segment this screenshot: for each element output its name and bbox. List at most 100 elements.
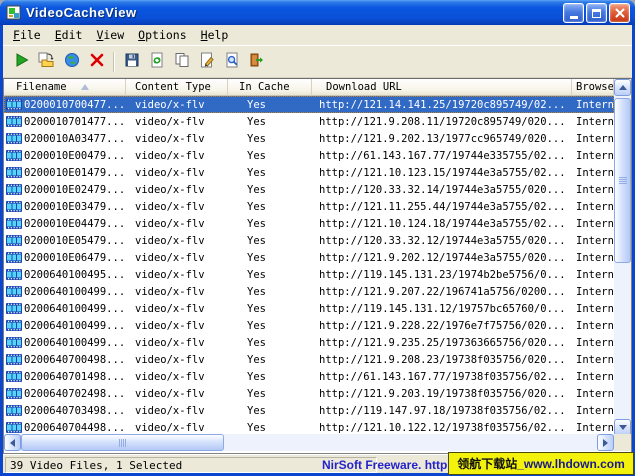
table-row[interactable]: 0200010E00479...video/x-flvYeshttp://61.… — [4, 147, 614, 164]
table-row[interactable]: 0200010E02479...video/x-flvYeshttp://120… — [4, 181, 614, 198]
table-row[interactable]: 0200640701498...video/x-flvYeshttp://61.… — [4, 368, 614, 385]
browser-cell: Intern — [572, 266, 614, 283]
table-row[interactable]: 0200010E01479...video/x-flvYeshttp://121… — [4, 164, 614, 181]
table-row[interactable]: 0200010701477...video/x-flvYeshttp://121… — [4, 113, 614, 130]
minimize-button[interactable] — [563, 3, 584, 23]
browser-cell: Intern — [572, 351, 614, 368]
arrow-right-icon — [603, 439, 608, 447]
horizontal-scroll-thumb[interactable] — [21, 434, 224, 451]
film-icon — [6, 320, 22, 331]
film-icon — [6, 133, 22, 144]
filename-cell: 0200640100499... — [4, 334, 126, 351]
in-cache-cell: Yes — [228, 249, 312, 266]
window-title: VideoCacheView — [26, 5, 137, 20]
minimize-icon — [570, 16, 578, 19]
refresh-button[interactable] — [144, 50, 169, 74]
film-icon — [6, 184, 22, 195]
column-label: Browse — [576, 81, 614, 93]
download-url-cell: http://120.33.32.12/19744e3a5755/020... — [312, 232, 572, 249]
table-row[interactable]: 0200010A03477...video/x-flvYeshttp://121… — [4, 130, 614, 147]
app-icon[interactable] — [6, 5, 22, 21]
table-row[interactable]: 0200640100499...video/x-flvYeshttp://121… — [4, 283, 614, 300]
in-cache-cell: Yes — [228, 283, 312, 300]
in-cache-cell: Yes — [228, 215, 312, 232]
save-button[interactable] — [119, 50, 144, 74]
content-type-cell: video/x-flv — [126, 232, 228, 249]
horizontal-scrollbar[interactable] — [4, 434, 614, 451]
menu-help[interactable]: Help — [194, 26, 236, 44]
title-bar[interactable]: VideoCacheView — [0, 0, 635, 25]
open-in-browser-button[interactable] — [59, 50, 84, 74]
copy-files-button[interactable] — [34, 50, 59, 74]
table-row[interactable]: 0200640702498...video/x-flvYeshttp://121… — [4, 385, 614, 402]
filename-cell: 0200640100499... — [4, 300, 126, 317]
table-row[interactable]: 0200010700477...video/x-flvYeshttp://121… — [4, 96, 614, 113]
in-cache-cell: Yes — [228, 351, 312, 368]
menu-view[interactable]: View — [89, 26, 131, 44]
column-header-download-url[interactable]: Download URL — [312, 79, 572, 96]
table-row[interactable]: 0200640100499...video/x-flvYeshttp://119… — [4, 300, 614, 317]
video-list: FilenameContent TypeIn Cache Download URL… — [3, 78, 632, 454]
column-header-browse[interactable]: Browse — [572, 79, 614, 96]
in-cache-cell: Yes — [228, 317, 312, 334]
close-button[interactable] — [609, 3, 630, 23]
in-cache-cell: Yes — [228, 300, 312, 317]
column-header-filename[interactable]: Filename — [4, 79, 126, 96]
content-type-cell: video/x-flv — [126, 368, 228, 385]
table-row[interactable]: 0200640700498...video/x-flvYeshttp://121… — [4, 351, 614, 368]
window-controls — [563, 3, 630, 23]
content-type-cell: video/x-flv — [126, 402, 228, 419]
vertical-scrollbar[interactable] — [614, 79, 631, 436]
table-row[interactable]: 0200640100499...video/x-flvYeshttp://121… — [4, 317, 614, 334]
table-row[interactable]: 0200010E05479...video/x-flvYeshttp://120… — [4, 232, 614, 249]
copy-button[interactable] — [169, 50, 194, 74]
browser-cell: Intern — [572, 181, 614, 198]
content-type-cell: video/x-flv — [126, 283, 228, 300]
film-icon — [6, 167, 22, 178]
menu-file[interactable]: File — [6, 26, 48, 44]
scroll-up-button[interactable] — [614, 79, 631, 96]
filename-cell: 0200010E02479... — [4, 181, 126, 198]
delete-button[interactable] — [84, 50, 109, 74]
list-header: FilenameContent TypeIn Cache Download URL… — [4, 79, 614, 96]
table-row[interactable]: 0200010E06479...video/x-flvYeshttp://121… — [4, 249, 614, 266]
download-url-cell: http://121.10.123.15/19744e3a5755/02... — [312, 164, 572, 181]
browser-cell: Intern — [572, 215, 614, 232]
table-row[interactable]: 0200640100499...video/x-flvYeshttp://121… — [4, 334, 614, 351]
in-cache-cell: Yes — [228, 402, 312, 419]
find-button[interactable] — [219, 50, 244, 74]
scroll-right-button[interactable] — [597, 434, 614, 451]
column-header-content-type[interactable]: Content Type — [126, 79, 228, 96]
download-url-cell: http://121.14.141.25/19720c895749/02... — [312, 96, 572, 113]
maximize-button[interactable] — [586, 3, 607, 23]
menu-edit[interactable]: Edit — [48, 26, 90, 44]
film-icon — [6, 371, 22, 382]
table-row[interactable]: 0200640703498...video/x-flvYeshttp://119… — [4, 402, 614, 419]
in-cache-cell: Yes — [228, 368, 312, 385]
list-rows: 0200010700477...video/x-flvYeshttp://121… — [4, 96, 614, 436]
content-type-cell: video/x-flv — [126, 164, 228, 181]
filename-cell: 0200640703498... — [4, 402, 126, 419]
properties-button[interactable] — [194, 50, 219, 74]
table-row[interactable]: 0200010E03479...video/x-flvYeshttp://121… — [4, 198, 614, 215]
column-label: Download URL — [326, 81, 402, 93]
scroll-left-button[interactable] — [4, 434, 21, 451]
film-icon — [6, 405, 22, 416]
properties-icon — [199, 52, 215, 71]
table-row[interactable]: 0200640100495...video/x-flvYeshttp://119… — [4, 266, 614, 283]
content-type-cell: video/x-flv — [126, 300, 228, 317]
exit-button[interactable] — [244, 50, 269, 74]
vertical-scroll-thumb[interactable] — [614, 98, 631, 263]
globe-icon — [64, 52, 80, 71]
browser-cell: Intern — [572, 334, 614, 351]
download-url-cell: http://119.147.97.18/19738f035756/02... — [312, 402, 572, 419]
in-cache-cell: Yes — [228, 147, 312, 164]
filename-cell: 0200640100499... — [4, 317, 126, 334]
column-header-in-cache[interactable]: In Cache — [228, 79, 312, 96]
in-cache-cell: Yes — [228, 334, 312, 351]
browser-cell: Intern — [572, 198, 614, 215]
table-row[interactable]: 0200010E04479...video/x-flvYeshttp://121… — [4, 215, 614, 232]
toolbar — [3, 45, 632, 78]
menu-options[interactable]: Options — [131, 26, 193, 44]
play-video-button[interactable] — [9, 50, 34, 74]
